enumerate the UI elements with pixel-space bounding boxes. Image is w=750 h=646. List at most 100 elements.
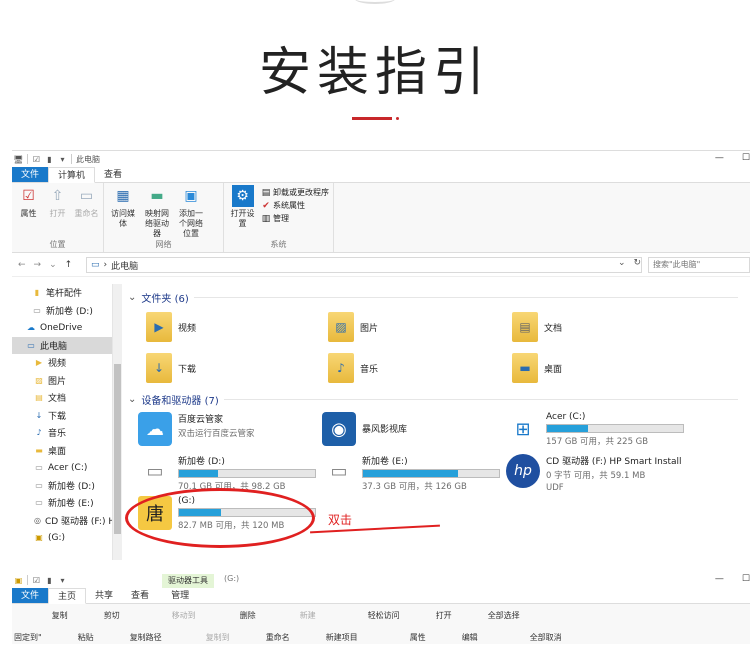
- ribbon-item[interactable]: 移动到: [172, 606, 196, 642]
- scrollbar-thumb[interactable]: [114, 364, 121, 534]
- folder-item-downloads[interactable]: ↓ 下载: [146, 353, 196, 383]
- forward-icon[interactable]: →: [34, 260, 42, 270]
- minimize-button[interactable]: —: [715, 153, 724, 163]
- desktop-folder-icon: ▬: [512, 353, 538, 383]
- ribbon-item[interactable]: 轻松访问: [368, 606, 400, 642]
- nav-item[interactable]: ▭ 新加卷 (E:): [12, 494, 112, 512]
- manage-button[interactable]: ▥ 管理: [261, 213, 329, 224]
- tab-home[interactable]: 主页: [48, 588, 87, 604]
- nav-item[interactable]: ▶ 视频: [12, 354, 112, 372]
- usb-drive-icon[interactable]: ▣: [14, 576, 23, 585]
- folder-item-videos[interactable]: ▶ 视频: [146, 312, 196, 342]
- uninstall-program-button[interactable]: ▤ 卸载或更改程序: [261, 187, 329, 198]
- ribbon-item[interactable]: 剪切: [104, 606, 120, 642]
- drive-usage-fill: [547, 425, 588, 432]
- ribbon-item[interactable]: 复制到: [206, 606, 230, 642]
- drives-header[interactable]: ⌄ 设备和驱动器 (7): [128, 392, 738, 407]
- divider: [27, 575, 28, 585]
- manage-icon: ▥: [261, 213, 271, 224]
- folder-item-pictures[interactable]: ▨ 图片: [328, 312, 378, 342]
- back-icon[interactable]: ←: [18, 260, 26, 270]
- page-title: 安装指引: [258, 43, 491, 103]
- tab-computer[interactable]: 计算机: [48, 167, 96, 183]
- tab-view[interactable]: 查看: [95, 167, 131, 182]
- minimize-button[interactable]: —: [715, 574, 724, 584]
- chevron-down-icon[interactable]: ▾: [58, 155, 67, 164]
- tab-file[interactable]: 文件: [12, 588, 49, 603]
- nav-item-label: 新加卷 (D:): [48, 481, 95, 492]
- nav-item-label: 桌面: [48, 446, 67, 457]
- nav-item[interactable]: ▭ Acer (C:): [12, 459, 112, 477]
- music-icon: ♪: [36, 428, 42, 438]
- hard-drive-icon: ▭: [146, 460, 164, 482]
- drive-item-e[interactable]: ▭ 新加卷 (E:) 37.3 GB 可用，共 126 GB: [322, 454, 500, 492]
- chevron-down-icon[interactable]: ⌄: [49, 260, 57, 270]
- ribbon-item[interactable]: 全部选择: [488, 606, 520, 642]
- search-input[interactable]: 搜索"此电脑": [648, 257, 750, 273]
- ribbon-item[interactable]: 固定到": [14, 606, 42, 642]
- tab-file[interactable]: 文件: [12, 167, 49, 182]
- drive-usage-bar: [362, 469, 500, 478]
- folder-icon[interactable]: ▮: [45, 576, 54, 585]
- rename-icon: ▭: [79, 188, 94, 204]
- ribbon-item[interactable]: 复制: [52, 606, 68, 642]
- folder-item-documents[interactable]: ▤ 文档: [512, 312, 562, 342]
- drive-icon: ▭: [35, 498, 43, 508]
- chevron-down-icon[interactable]: ⌄: [618, 258, 626, 268]
- music-folder-icon: ♪: [328, 353, 354, 383]
- computer-icon[interactable]: 🖥: [13, 155, 23, 164]
- nav-item[interactable]: ☁ OneDrive: [12, 319, 112, 337]
- nav-item-label: 新加卷 (D:): [46, 306, 93, 317]
- title-underline-dot: [396, 117, 399, 120]
- ribbon-item[interactable]: 属性: [410, 606, 426, 642]
- folders-header[interactable]: ⌄ 文件夹 (6): [128, 290, 738, 305]
- properties-icon[interactable]: ☑: [32, 576, 41, 585]
- nav-item[interactable]: ▭ 新加卷 (D:): [12, 302, 112, 320]
- ribbon-group-label: 系统: [270, 240, 287, 249]
- drive-item-d[interactable]: ▭ 新加卷 (D:) 70.1 GB 可用，共 98.2 GB: [138, 454, 316, 492]
- nav-item[interactable]: ▭ 此电脑: [12, 336, 112, 354]
- folder-item-music[interactable]: ♪ 音乐: [328, 353, 378, 383]
- drive-item-f[interactable]: hp CD 驱动器 (F:) HP Smart Install 0 字节 可用，共…: [506, 454, 682, 493]
- network-location-icon: ▣: [184, 188, 198, 204]
- nav-scrollbar[interactable]: [112, 284, 122, 560]
- refresh-icon[interactable]: ↻: [634, 258, 642, 268]
- nav-item[interactable]: ◎ CD 驱动器 (F:) H: [12, 512, 115, 530]
- ribbon-item[interactable]: 删除: [240, 606, 256, 642]
- properties-icon[interactable]: ☑: [32, 155, 41, 164]
- drive-item-baofeng[interactable]: ◉ 暴风影视库: [322, 412, 407, 446]
- folder-icon[interactable]: ▮: [45, 155, 54, 164]
- tab-view[interactable]: 查看: [122, 588, 158, 603]
- hard-drive-icon: ▭: [330, 460, 348, 482]
- ribbon-item[interactable]: 重命名: [266, 606, 290, 642]
- chevron-down-icon[interactable]: ▾: [58, 576, 67, 585]
- ribbon-item[interactable]: 粘贴: [78, 606, 94, 642]
- nav-item-label: 图片: [48, 376, 67, 387]
- tab-manage[interactable]: 管理: [162, 588, 198, 603]
- system-properties-button[interactable]: ✔ 系统属性: [261, 200, 329, 211]
- ribbon-item[interactable]: 新建: [300, 606, 316, 642]
- nav-item[interactable]: ▣ (G:): [12, 529, 112, 547]
- ribbon-item[interactable]: 新建项目: [326, 606, 358, 642]
- nav-item[interactable]: ▮ 笔杆配件: [12, 284, 112, 302]
- nav-item[interactable]: ▨ 图片: [12, 372, 112, 390]
- maximize-button[interactable]: ☐: [742, 153, 750, 163]
- up-icon[interactable]: ↑: [65, 260, 73, 270]
- ribbon-item[interactable]: 复制路径: [130, 606, 162, 642]
- nav-item[interactable]: ▤ 文档: [12, 389, 112, 407]
- chevron-down-icon: ⌄: [128, 292, 137, 303]
- ribbon-item[interactable]: 全部取消: [530, 606, 562, 642]
- drive-item-c[interactable]: ⊞ Acer (C:) 157 GB 可用，共 225 GB: [506, 412, 684, 447]
- nav-item[interactable]: ▬ 桌面: [12, 442, 112, 460]
- folder-item-desktop[interactable]: ▬ 桌面: [512, 353, 562, 383]
- nav-item[interactable]: ↓ 下载: [12, 407, 112, 425]
- nav-item[interactable]: ♪ 音乐: [12, 424, 112, 442]
- nav-item[interactable]: ▭ 新加卷 (D:): [12, 477, 112, 495]
- ribbon-item[interactable]: 编辑: [462, 606, 478, 642]
- ribbon-item[interactable]: 打开: [436, 606, 452, 642]
- address-bar[interactable]: ▭ › 此电脑: [86, 257, 642, 273]
- drive-item-baidu[interactable]: ☁ 百度云管家 双击运行百度云管家: [138, 412, 255, 446]
- tab-share[interactable]: 共享: [86, 588, 122, 603]
- maximize-button[interactable]: ☐: [742, 574, 750, 584]
- picture-icon: ▨: [35, 375, 43, 385]
